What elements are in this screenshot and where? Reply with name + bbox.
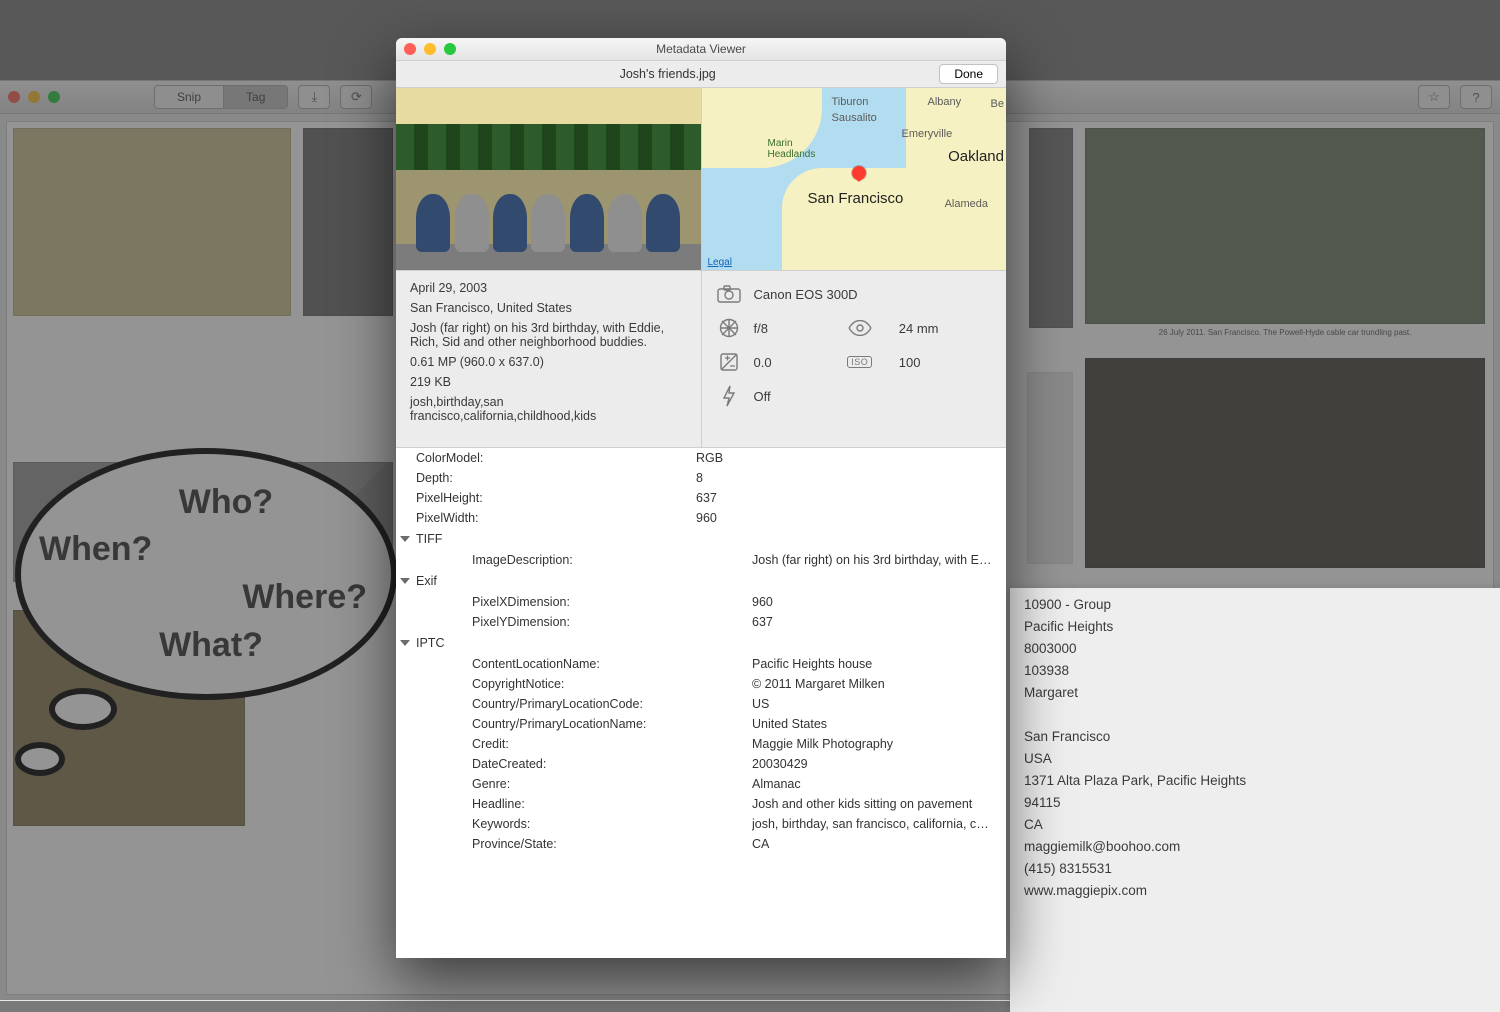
zoom-icon[interactable] bbox=[444, 43, 456, 55]
meta-key: PixelHeight: bbox=[396, 491, 696, 505]
summary-date: April 29, 2003 bbox=[410, 281, 687, 295]
iso-value: 100 bbox=[899, 355, 992, 370]
map-label: Oakland bbox=[948, 148, 1004, 165]
meta-key: Headline: bbox=[396, 797, 752, 811]
meta-key: Depth: bbox=[396, 471, 696, 485]
meta-value: josh, birthday, san francisco, californi… bbox=[752, 817, 998, 831]
side-row: 10900 - Group bbox=[1024, 594, 1500, 616]
side-row: CA bbox=[1024, 814, 1500, 836]
side-row: USA bbox=[1024, 748, 1500, 770]
aperture-icon bbox=[716, 318, 742, 338]
aperture-value: f/8 bbox=[754, 321, 847, 336]
iso-icon: ISO bbox=[847, 352, 873, 372]
map-label: Alameda bbox=[945, 198, 988, 210]
summary-panel: April 29, 2003 San Francisco, United Sta… bbox=[396, 271, 702, 447]
meta-key: Keywords: bbox=[396, 817, 752, 831]
side-row: San Francisco bbox=[1024, 726, 1500, 748]
meta-key: ContentLocationName: bbox=[396, 657, 752, 671]
meta-value: 637 bbox=[696, 491, 998, 505]
map-label: Sausalito bbox=[832, 112, 877, 124]
meta-key: Country/PrimaryLocationName: bbox=[396, 717, 752, 731]
meta-value: 960 bbox=[696, 511, 998, 525]
side-row: 1371 Alta Plaza Park, Pacific Heights bbox=[1024, 770, 1500, 792]
meta-key: DateCreated: bbox=[396, 757, 752, 771]
side-row: 94115 bbox=[1024, 792, 1500, 814]
metadata-viewer-window: Metadata Viewer Josh's friends.jpg Done … bbox=[396, 38, 1006, 958]
meta-value: Pacific Heights house bbox=[752, 657, 998, 671]
side-row: 103938 bbox=[1024, 660, 1500, 682]
side-row: www.maggiepix.com bbox=[1024, 880, 1500, 902]
group-iptc[interactable]: IPTC bbox=[396, 632, 1006, 654]
map-pin-icon bbox=[852, 166, 866, 180]
done-button[interactable]: Done bbox=[939, 64, 998, 84]
file-name: Josh's friends.jpg bbox=[396, 67, 939, 81]
meta-key: ColorModel: bbox=[396, 451, 696, 465]
map-label: Albany bbox=[928, 96, 962, 108]
meta-value: United States bbox=[752, 717, 998, 731]
group-tiff[interactable]: TIFF bbox=[396, 528, 1006, 550]
summary-location: San Francisco, United States bbox=[410, 301, 687, 315]
side-row: maggiemilk@boohoo.com bbox=[1024, 836, 1500, 858]
meta-key: PixelYDimension: bbox=[396, 615, 752, 629]
side-row: 8003000 bbox=[1024, 638, 1500, 660]
meta-value: CA bbox=[752, 837, 998, 851]
meta-value: 8 bbox=[696, 471, 998, 485]
map-label: Marin Headlands bbox=[768, 138, 816, 160]
meta-key: Genre: bbox=[396, 777, 752, 791]
summary-keywords: josh,birthday,san francisco,california,c… bbox=[410, 395, 687, 423]
camera-icon bbox=[716, 284, 742, 304]
map-legal-link[interactable]: Legal bbox=[708, 257, 732, 268]
meta-key: Province/State: bbox=[396, 837, 752, 851]
focal-length-icon bbox=[847, 318, 873, 338]
meta-value: 20030429 bbox=[752, 757, 998, 771]
meta-key: PixelXDimension: bbox=[396, 595, 752, 609]
map-label: Be bbox=[991, 98, 1004, 110]
preview-image bbox=[396, 88, 702, 270]
group-exif[interactable]: Exif bbox=[396, 570, 1006, 592]
meta-value: 637 bbox=[752, 615, 998, 629]
meta-key: Credit: bbox=[396, 737, 752, 751]
summary-caption: Josh (far right) on his 3rd birthday, wi… bbox=[410, 321, 687, 349]
minimize-icon[interactable] bbox=[424, 43, 436, 55]
meta-value: 960 bbox=[752, 595, 998, 609]
side-row: Pacific Heights bbox=[1024, 616, 1500, 638]
meta-value: US bbox=[752, 697, 998, 711]
map-view[interactable]: Tiburon Sausalito Emeryville Albany Be M… bbox=[702, 88, 1007, 270]
camera-model: Canon EOS 300D bbox=[754, 287, 993, 302]
flash-value: Off bbox=[754, 389, 993, 404]
meta-value: Almanac bbox=[752, 777, 998, 791]
map-label: San Francisco bbox=[808, 190, 904, 207]
meta-value: Josh and other kids sitting on pavement bbox=[752, 797, 998, 811]
meta-value: Josh (far right) on his 3rd birthday, wi… bbox=[752, 553, 998, 567]
close-icon[interactable] bbox=[404, 43, 416, 55]
chevron-down-icon bbox=[400, 640, 410, 646]
meta-key: Country/PrimaryLocationCode: bbox=[396, 697, 752, 711]
summary-pixels: 0.61 MP (960.0 x 637.0) bbox=[410, 355, 687, 369]
side-panel: 10900 - Group Pacific Heights 8003000 10… bbox=[1010, 588, 1500, 1012]
exposure-value: 0.0 bbox=[754, 355, 847, 370]
window-title: Metadata Viewer bbox=[396, 42, 1006, 56]
summary-filesize: 219 KB bbox=[410, 375, 687, 389]
side-row: (415) 8315531 bbox=[1024, 858, 1500, 880]
file-header: Josh's friends.jpg Done bbox=[396, 61, 1006, 88]
chevron-down-icon bbox=[400, 536, 410, 542]
meta-key: CopyrightNotice: bbox=[396, 677, 752, 691]
meta-key: ImageDescription: bbox=[396, 553, 752, 567]
flash-icon bbox=[716, 386, 742, 406]
titlebar[interactable]: Metadata Viewer bbox=[396, 38, 1006, 61]
exposure-icon bbox=[716, 352, 742, 372]
meta-value: RGB bbox=[696, 451, 998, 465]
map-label: Emeryville bbox=[902, 128, 953, 140]
map-label: Tiburon bbox=[832, 96, 869, 108]
chevron-down-icon bbox=[400, 578, 410, 584]
focal-length-value: 24 mm bbox=[899, 321, 992, 336]
side-row: Margaret bbox=[1024, 682, 1500, 704]
meta-value: Maggie Milk Photography bbox=[752, 737, 998, 751]
meta-key: PixelWidth: bbox=[396, 511, 696, 525]
camera-panel: Canon EOS 300D f/8 24 mm 0.0 ISO 100 Off bbox=[702, 271, 1007, 447]
meta-value: © 2011 Margaret Milken bbox=[752, 677, 998, 691]
metadata-table[interactable]: ColorModel:RGB Depth:8 PixelHeight:637 P… bbox=[396, 448, 1006, 958]
